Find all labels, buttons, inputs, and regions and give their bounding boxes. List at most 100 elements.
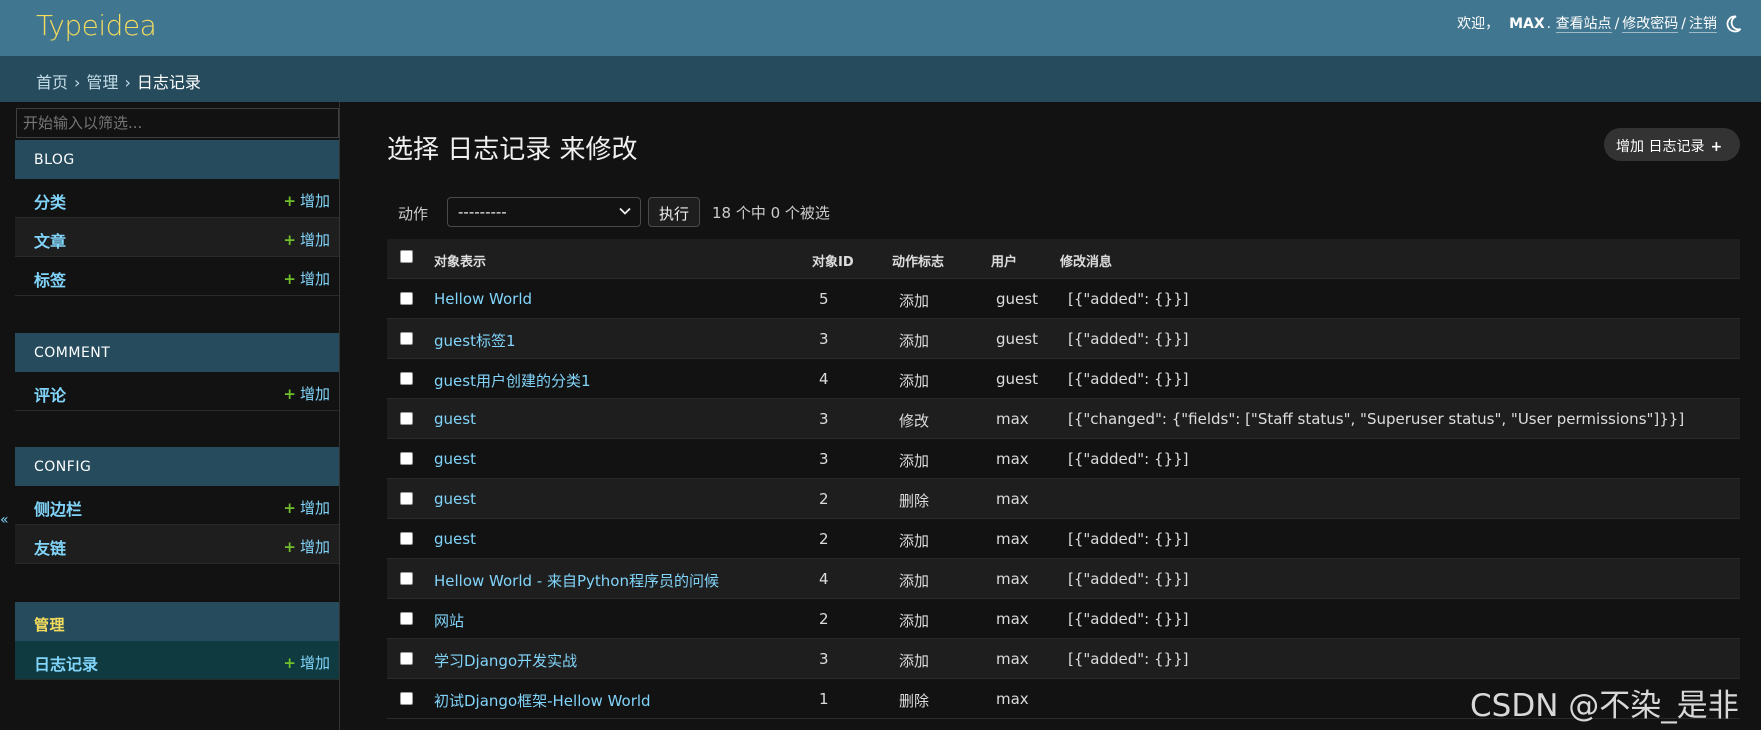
row-action-flag: 添加 [899, 292, 930, 310]
row-repr-link[interactable]: guest [434, 410, 476, 428]
sidebar-item-tag[interactable]: 标签 + 增加 [15, 257, 339, 296]
add-link-link[interactable]: + 增加 [283, 536, 330, 557]
nav-filter-input[interactable] [16, 108, 339, 138]
row-action-flag: 删除 [899, 492, 930, 510]
add-logentry-link[interactable]: + 增加 [283, 652, 330, 673]
row-change-message: [{"added": {}}] [1068, 610, 1189, 628]
row-repr-link[interactable]: guest [434, 530, 476, 548]
row-change-message: [{"added": {}}] [1068, 370, 1189, 388]
sidebar-item-label[interactable]: 文章 [34, 228, 66, 252]
user-tools: 欢迎， MAX. 查看站点 / 修改密码 / 注销 [1457, 16, 1717, 33]
column-header-message[interactable]: 修改消息 [1060, 251, 1112, 270]
row-checkbox[interactable] [400, 492, 413, 505]
column-header-flag[interactable]: 动作标志 [892, 251, 944, 270]
table-row: Hellow World - 来自Python程序员的问候 4 添加 max [{"ad… [387, 559, 1740, 599]
module-caption[interactable]: 管理 [15, 602, 339, 641]
add-tag-link[interactable]: + 增加 [283, 268, 330, 289]
row-checkbox[interactable] [400, 452, 413, 465]
row-change-message: [{"added": {}}] [1068, 290, 1189, 308]
plus-icon: + [283, 538, 296, 556]
add-post-link[interactable]: + 增加 [283, 229, 330, 250]
row-repr-link[interactable]: 学习Django开发实战 [434, 650, 577, 671]
module-caption[interactable]: COMMENT [15, 333, 339, 372]
row-repr-link[interactable]: guest [434, 450, 476, 468]
row-checkbox[interactable] [400, 692, 413, 705]
row-repr-link[interactable]: 初试Django框架-Hellow World [434, 690, 651, 711]
breadcrumb-home[interactable]: 首页 [36, 73, 68, 92]
select-all-checkbox[interactable] [400, 250, 413, 263]
sidebar-item-label[interactable]: 分类 [34, 189, 66, 213]
table-row: Hellow World 5 添加 guest [{"added": {}}] [387, 279, 1740, 319]
row-repr-link[interactable]: guest标签1 [434, 330, 516, 351]
page-title: 选择 日志记录 来修改 [387, 135, 638, 165]
add-logentry-button[interactable]: 增加 日志记录 + [1604, 128, 1740, 161]
site-brand[interactable]: Typeidea [36, 9, 157, 42]
row-checkbox[interactable] [400, 412, 413, 425]
action-select[interactable]: --------- [447, 197, 641, 227]
row-user: max [996, 410, 1029, 428]
row-checkbox[interactable] [400, 532, 413, 545]
module-caption[interactable]: CONFIG [15, 447, 339, 486]
row-repr-link[interactable]: Hellow World [434, 290, 532, 308]
row-repr-link[interactable]: 网站 [434, 610, 464, 631]
table-row: guest标签1 3 添加 guest [{"added": {}}] [387, 319, 1740, 359]
add-comment-link[interactable]: + 增加 [283, 383, 330, 404]
row-change-message: [{"added": {}}] [1068, 530, 1189, 548]
row-repr-link[interactable]: guest [434, 490, 476, 508]
row-object-id: 2 [819, 530, 829, 548]
row-user: max [996, 490, 1029, 508]
breadcrumb-admin[interactable]: 管理 [86, 73, 118, 92]
sidebar-item-label[interactable]: 标签 [34, 267, 66, 291]
row-repr-link[interactable]: guest用户创建的分类1 [434, 370, 591, 391]
plus-icon: + [283, 654, 296, 672]
sidebar-item-post[interactable]: 文章 + 增加 [15, 218, 339, 257]
actions-label: 动作 [398, 205, 429, 223]
row-change-message: [{"added": {}}] [1068, 650, 1189, 668]
change-password-link[interactable]: 修改密码 [1622, 16, 1679, 33]
module-comment: COMMENT 评论 + 增加 [15, 333, 339, 411]
go-button[interactable]: 执行 [648, 197, 700, 227]
row-user: max [996, 570, 1029, 588]
chevron-down-icon [619, 207, 631, 215]
row-object-id: 1 [819, 690, 829, 708]
sidebar-item-label[interactable]: 侧边栏 [34, 496, 82, 520]
module-caption[interactable]: BLOG [15, 140, 339, 179]
row-checkbox[interactable] [400, 292, 413, 305]
add-sidebar-link[interactable]: + 增加 [283, 497, 330, 518]
sidebar-item-link[interactable]: 友链 + 增加 [15, 525, 339, 564]
row-checkbox[interactable] [400, 572, 413, 585]
plus-icon: + [283, 270, 296, 288]
add-category-link[interactable]: + 增加 [283, 190, 330, 211]
sidebar-item-label[interactable]: 评论 [34, 382, 66, 406]
column-header-user[interactable]: 用户 [991, 251, 1017, 270]
sidebar-item-label[interactable]: 日志记录 [34, 651, 98, 675]
row-checkbox[interactable] [400, 372, 413, 385]
sidebar-item-sidebar[interactable]: 侧边栏 + 增加 [15, 486, 339, 525]
column-header-repr[interactable]: 对象表示 [434, 251, 486, 270]
row-checkbox[interactable] [400, 332, 413, 345]
row-user: guest [996, 330, 1038, 348]
sidebar-item-logentry[interactable]: 日志记录 + 增加 [15, 641, 339, 680]
row-object-id: 3 [819, 650, 829, 668]
sidebar-item-label[interactable]: 友链 [34, 535, 66, 559]
logout-link[interactable]: 注销 [1689, 16, 1717, 33]
row-object-id: 3 [819, 330, 829, 348]
row-repr-link[interactable]: Hellow World - 来自Python程序员的问候 [434, 570, 719, 591]
row-change-message: [{"changed": {"fields": ["Staff status",… [1068, 410, 1685, 428]
row-user: max [996, 530, 1029, 548]
row-change-message: [{"added": {}}] [1068, 450, 1189, 468]
plus-icon: + [283, 192, 296, 210]
row-user: guest [996, 290, 1038, 308]
sidebar-item-comment[interactable]: 评论 + 增加 [15, 372, 339, 411]
view-site-link[interactable]: 查看站点 [1555, 16, 1612, 33]
row-checkbox[interactable] [400, 652, 413, 665]
site-header: Typeidea 欢迎， MAX. 查看站点 / 修改密码 / 注销 [0, 0, 1761, 56]
sidebar-collapse-toggle[interactable]: « [0, 512, 9, 528]
column-header-id[interactable]: 对象ID [812, 251, 854, 270]
row-user: max [996, 650, 1029, 668]
row-checkbox[interactable] [400, 612, 413, 625]
results-table: 对象表示 对象ID 动作标志 用户 修改消息 Hellow World 5 添加 gu… [387, 239, 1740, 719]
moon-icon[interactable] [1723, 14, 1743, 34]
row-action-flag: 修改 [899, 412, 930, 430]
sidebar-item-category[interactable]: 分类 + 增加 [15, 179, 339, 218]
